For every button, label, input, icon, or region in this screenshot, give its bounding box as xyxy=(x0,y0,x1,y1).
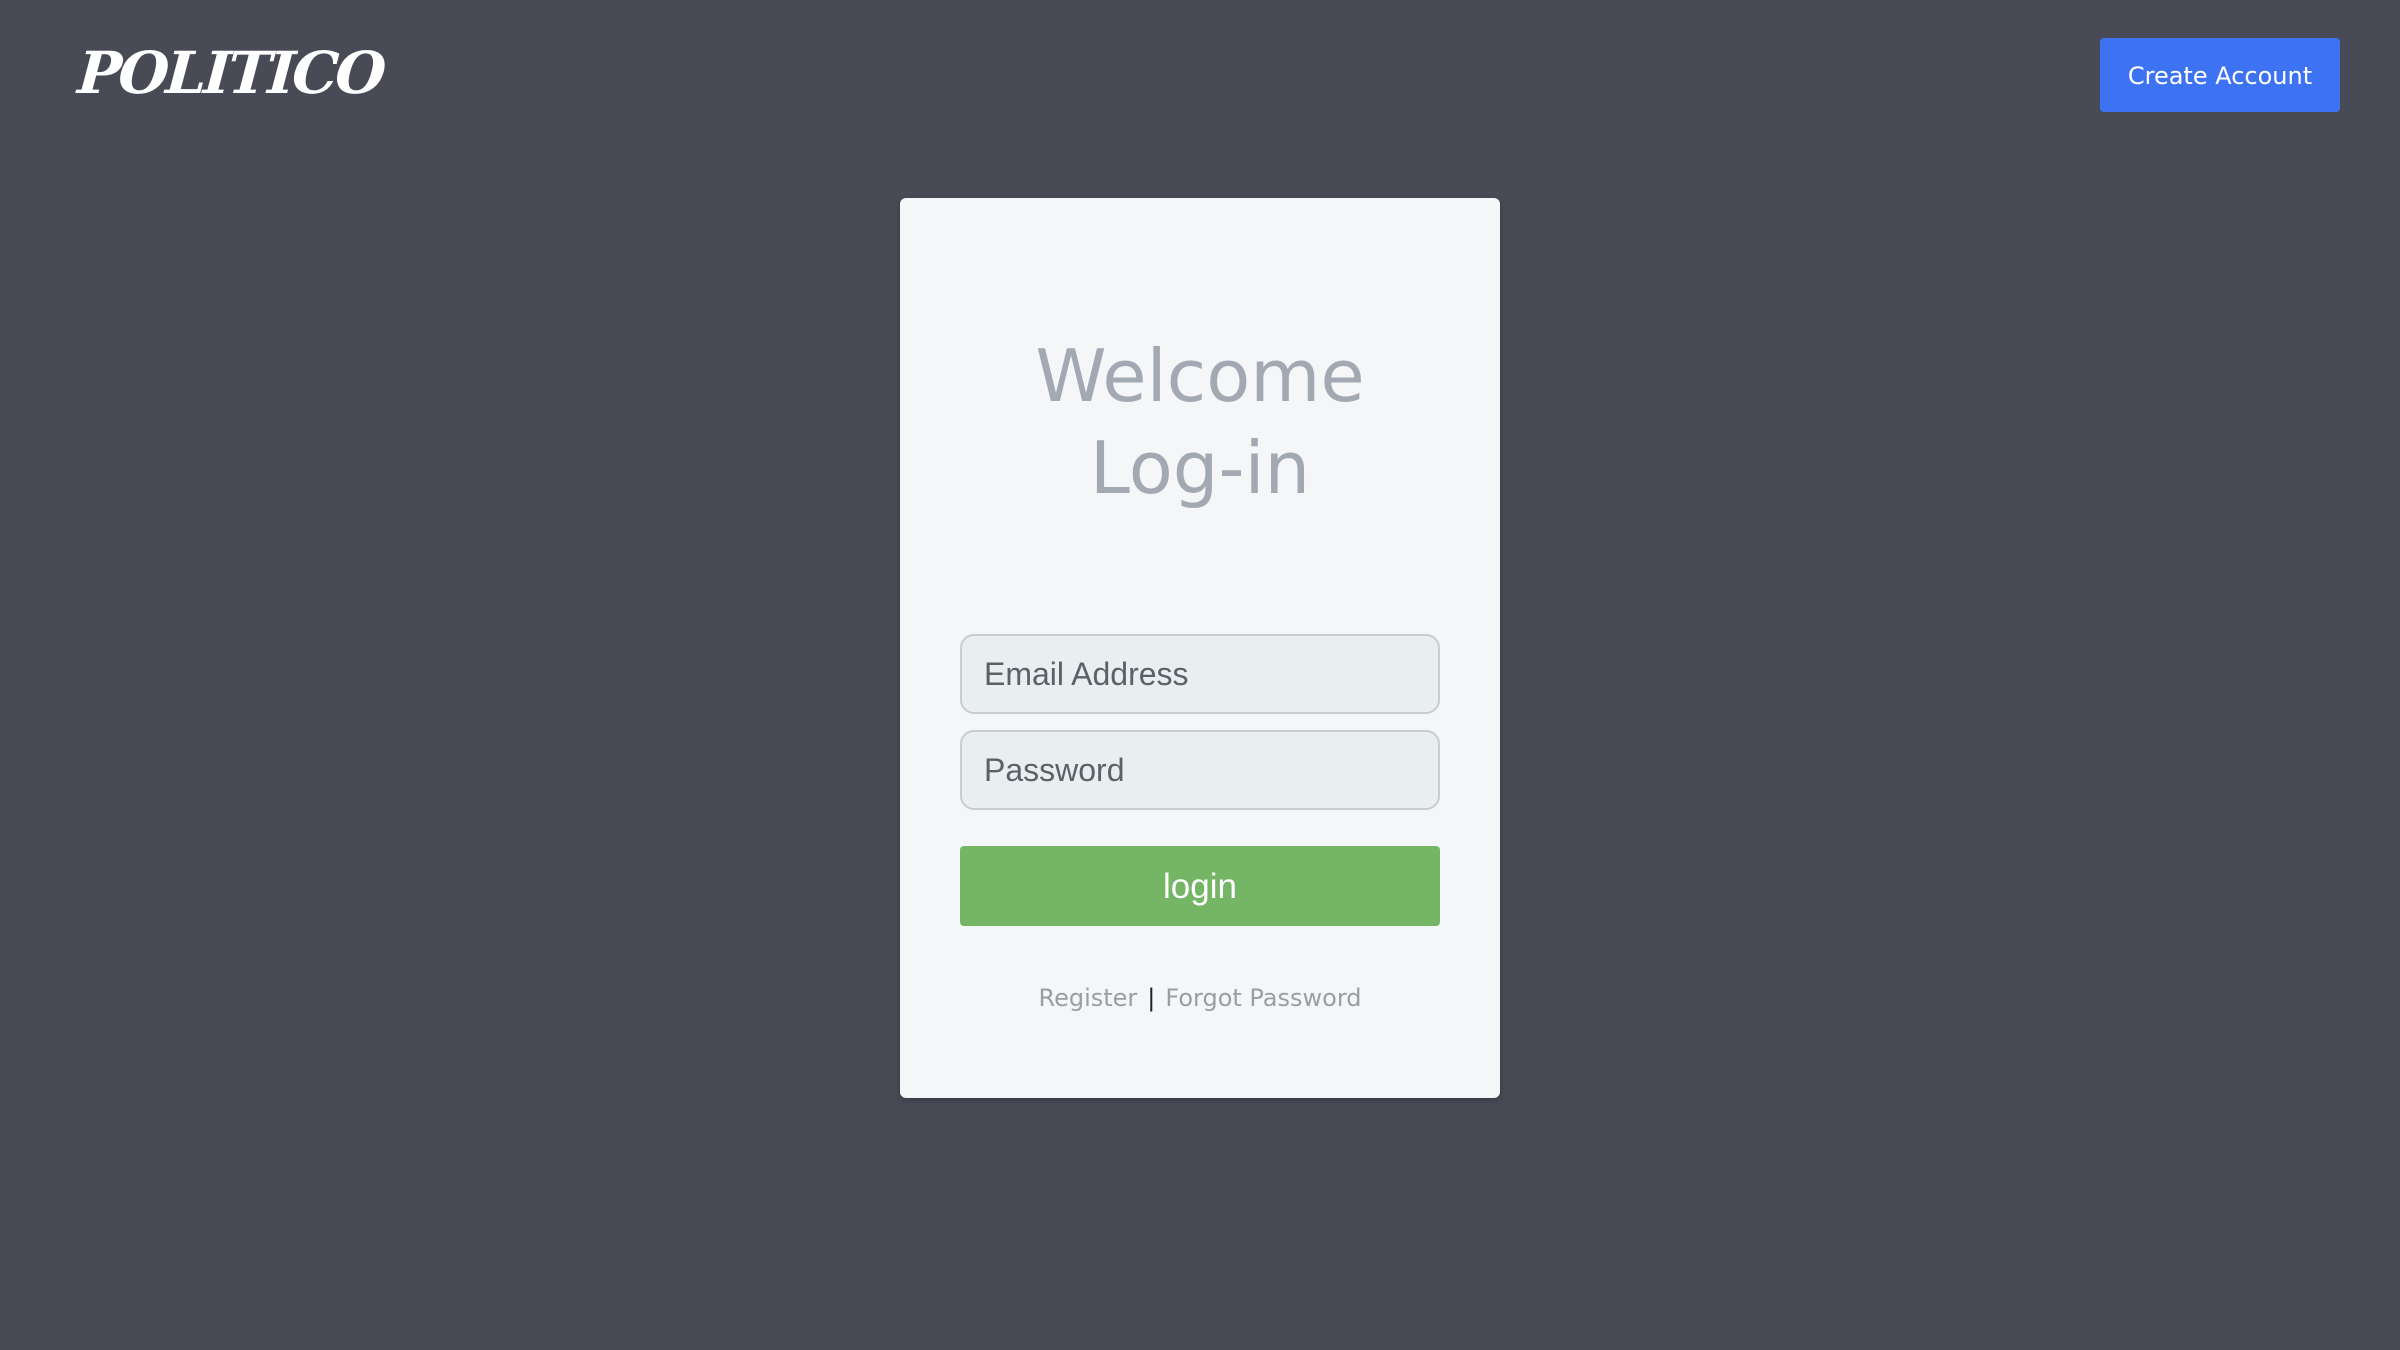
link-separator: | xyxy=(1147,984,1156,1012)
auth-links: Register | Forgot Password xyxy=(900,984,1500,1012)
create-account-button[interactable]: Create Account xyxy=(2100,38,2340,112)
login-card: Welcome Log-in login Register | Forgot Pas… xyxy=(900,198,1500,1098)
forgot-password-link[interactable]: Forgot Password xyxy=(1165,984,1361,1012)
login-button[interactable]: login xyxy=(960,846,1440,926)
title-line-login: Log-in xyxy=(1089,426,1311,510)
politico-logo[interactable]: POLITICO xyxy=(76,38,386,108)
email-field[interactable] xyxy=(960,634,1440,714)
password-field[interactable] xyxy=(960,730,1440,810)
title-line-welcome: Welcome xyxy=(1035,334,1365,418)
page-title: Welcome Log-in xyxy=(900,330,1500,514)
register-link[interactable]: Register xyxy=(1038,984,1137,1012)
